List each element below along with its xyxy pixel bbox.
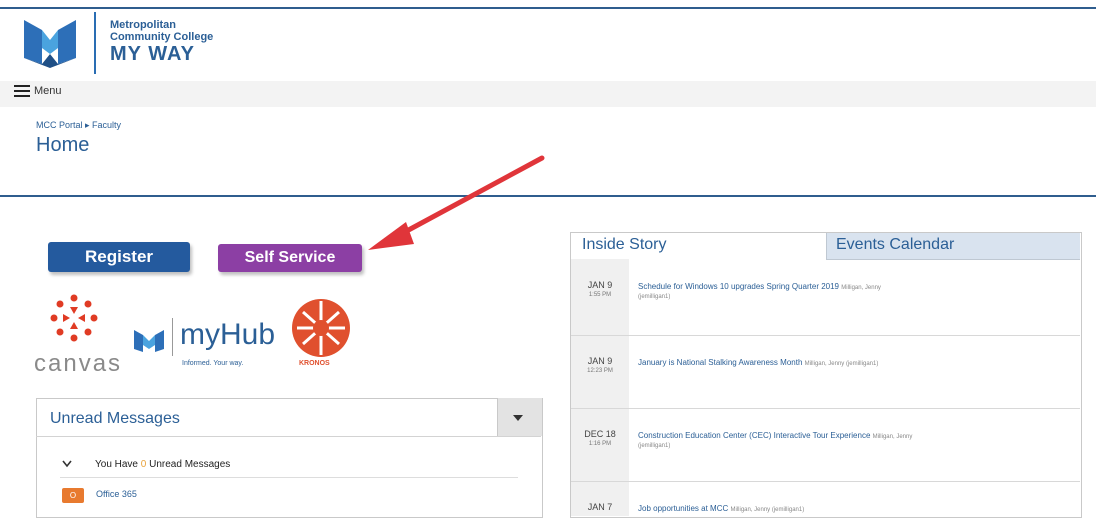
news-date: JAN 7 (587, 502, 613, 512)
canvas-label[interactable]: canvas (34, 350, 122, 378)
self-service-button[interactable]: Self Service (218, 244, 362, 272)
news-date: JAN 9 (587, 280, 613, 290)
news-title[interactable]: Schedule for Windows 10 upgrades Spring … (638, 282, 839, 291)
register-button[interactable]: Register (48, 242, 190, 272)
tab-inside-story-label[interactable]: Inside Story (582, 236, 666, 254)
menu-label[interactable]: Menu (34, 85, 62, 97)
news-author-id: (jemilligan1) (638, 443, 671, 449)
chevron-down-icon[interactable] (62, 460, 72, 468)
messages-divider (60, 477, 518, 478)
news-item-link[interactable]: Job opportunities at MCC Milligan, Jenny… (638, 504, 804, 513)
news-title[interactable]: Construction Education Center (CEC) Inte… (638, 431, 870, 440)
news-item-link[interactable]: Schedule for Windows 10 upgrades Spring … (638, 282, 881, 291)
myhub-divider (172, 318, 173, 356)
unread-messages-title: Unread Messages (50, 410, 180, 427)
news-panel (570, 232, 1082, 518)
org-name-line2: Community College (110, 31, 214, 43)
org-name-line1: Metropolitan (110, 19, 176, 31)
myhub-tagline: Informed. Your way. (182, 360, 244, 367)
logo-divider (94, 12, 96, 74)
news-title[interactable]: January is National Stalking Awareness M… (638, 358, 802, 367)
news-date: JAN 9 (587, 356, 613, 366)
news-time: 1:16 PM (588, 441, 612, 447)
news-title[interactable]: Job opportunities at MCC (638, 504, 728, 513)
office-365-link[interactable]: Office 365 (96, 489, 137, 499)
news-item-link[interactable]: January is National Stalking Awareness M… (638, 358, 878, 367)
tab-events-calendar-label[interactable]: Events Calendar (836, 236, 954, 254)
news-author-id: (jemilligan1) (638, 294, 671, 300)
news-author: Milligan, Jenny (872, 434, 913, 440)
office-365-icon[interactable]: O (62, 488, 84, 503)
news-author: Milligan, Jenny (jemilligan1) (730, 507, 805, 513)
myhub-logo-icon[interactable] (133, 327, 165, 353)
news-author: Milligan, Jenny (841, 285, 881, 291)
kronos-label[interactable]: KRONOS (299, 360, 330, 367)
breadcrumb[interactable]: MCC Portal ▸ Faculty (36, 120, 121, 131)
myhub-label[interactable]: myHub (180, 318, 275, 352)
news-item-link[interactable]: Construction Education Center (CEC) Inte… (638, 431, 912, 440)
news-author: Milligan, Jenny (jemilligan1) (804, 361, 879, 367)
unread-count-text: You Have 0 Unread Messages (95, 459, 231, 470)
portal-name: MY WAY (110, 43, 195, 65)
news-divider (571, 335, 1080, 336)
news-time: 12:23 PM (587, 368, 613, 374)
news-divider (571, 408, 1080, 409)
news-divider (571, 481, 1080, 482)
canvas-logo-icon[interactable] (48, 292, 100, 344)
mcc-logo-icon[interactable] (22, 14, 78, 70)
caret-down-icon[interactable] (513, 415, 523, 421)
menu-bar (0, 81, 1096, 107)
page-title: Home (36, 134, 90, 156)
hamburger-menu-icon[interactable] (14, 85, 30, 99)
news-time: 1:55 PM (588, 292, 612, 298)
annotation-arrow-icon (368, 155, 545, 250)
kronos-logo-icon[interactable] (289, 298, 353, 358)
news-date: DEC 18 (584, 429, 616, 439)
